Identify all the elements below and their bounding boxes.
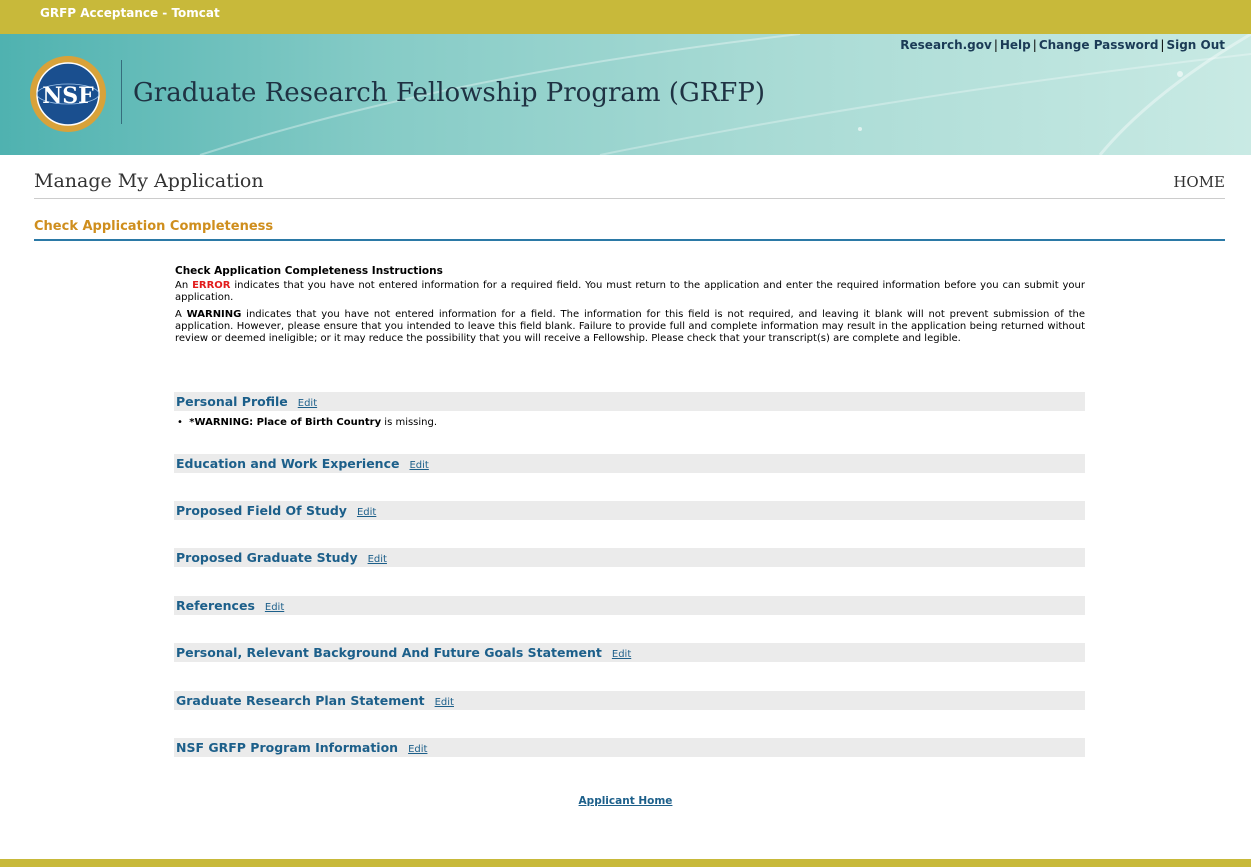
research-gov-link[interactable]: Research.gov <box>900 38 992 52</box>
section-personal-profile: Personal Profile Edit <box>174 392 1085 411</box>
section-field-of-study: Proposed Field Of Study Edit <box>174 501 1085 520</box>
header-banner: Research.gov | Help | Change Password | Sign O… <box>0 34 1251 155</box>
section-references: References Edit <box>174 596 1085 615</box>
warning-item-rest: is missing. <box>381 417 438 428</box>
edit-program-information-link[interactable]: Edit <box>408 744 427 755</box>
warning-keyword: WARNING <box>186 309 242 320</box>
applicant-home-link[interactable]: Applicant Home <box>0 795 1251 807</box>
edit-personal-profile-link[interactable]: Edit <box>298 398 317 409</box>
instructions-title: Check Application Completeness Instructi… <box>175 265 443 277</box>
section-title: NSF GRFP Program Information <box>176 740 399 755</box>
section-title: Personal Profile <box>176 394 288 409</box>
error-keyword: ERROR <box>192 280 231 291</box>
section-title: Graduate Research Plan Statement <box>176 693 425 708</box>
section-research-plan: Graduate Research Plan Statement Edit <box>174 691 1085 710</box>
error-text: indicates that you have not entered info… <box>175 280 1086 303</box>
instructions-block: Check Application Completeness Instructi… <box>175 265 1085 350</box>
section-program-information: NSF GRFP Program Information Edit <box>174 738 1085 757</box>
help-link[interactable]: Help <box>1000 38 1031 52</box>
section-education: Education and Work Experience Edit <box>174 454 1085 473</box>
environment-bar: GRFP Acceptance - Tomcat <box>0 0 1251 34</box>
edit-personal-statement-link[interactable]: Edit <box>612 649 631 660</box>
edit-field-of-study-link[interactable]: Edit <box>357 507 376 518</box>
section-title: Proposed Graduate Study <box>176 550 358 565</box>
section-title: Personal, Relevant Background And Future… <box>176 645 602 660</box>
edit-graduate-study-link[interactable]: Edit <box>368 554 387 565</box>
nsf-logo: NSF <box>30 56 106 132</box>
warning-instruction: A WARNING indicates that you have not en… <box>175 309 1085 345</box>
page-title: Manage My Application <box>34 170 264 192</box>
environment-label: GRFP Acceptance - Tomcat <box>40 6 220 20</box>
section-graduate-study: Proposed Graduate Study Edit <box>174 548 1085 567</box>
edit-research-plan-link[interactable]: Edit <box>435 697 454 708</box>
section-title: Education and Work Experience <box>176 456 400 471</box>
section-personal-statement: Personal, Relevant Background And Future… <box>174 643 1085 662</box>
section-heading: Check Application Completeness <box>34 219 274 234</box>
change-password-link[interactable]: Change Password <box>1039 38 1159 52</box>
warning-item-bold: *WARNING: Place of Birth Country <box>189 417 382 428</box>
section-title: References <box>176 598 255 613</box>
edit-references-link[interactable]: Edit <box>265 602 284 613</box>
logo-divider <box>121 60 122 124</box>
warning-text: indicates that you have not entered info… <box>175 309 1085 344</box>
sign-out-link[interactable]: Sign Out <box>1166 38 1225 52</box>
error-prefix: An <box>175 280 193 291</box>
program-title: Graduate Research Fellowship Program (GR… <box>133 78 765 108</box>
section-title: Proposed Field Of Study <box>176 503 347 518</box>
logo-text: NSF <box>42 83 94 109</box>
top-links: Research.gov | Help | Change Password | Sign O… <box>900 38 1225 52</box>
warning-prefix: A <box>175 309 187 320</box>
home-link[interactable]: HOME <box>1173 173 1225 191</box>
edit-education-link[interactable]: Edit <box>409 460 428 471</box>
title-divider <box>34 198 1225 199</box>
warning-item: • *WARNING: Place of Birth Country is mi… <box>177 417 438 428</box>
footer-bar <box>0 859 1251 867</box>
error-instruction: An ERROR indicates that you have not ent… <box>175 280 1085 304</box>
section-divider <box>34 239 1225 241</box>
